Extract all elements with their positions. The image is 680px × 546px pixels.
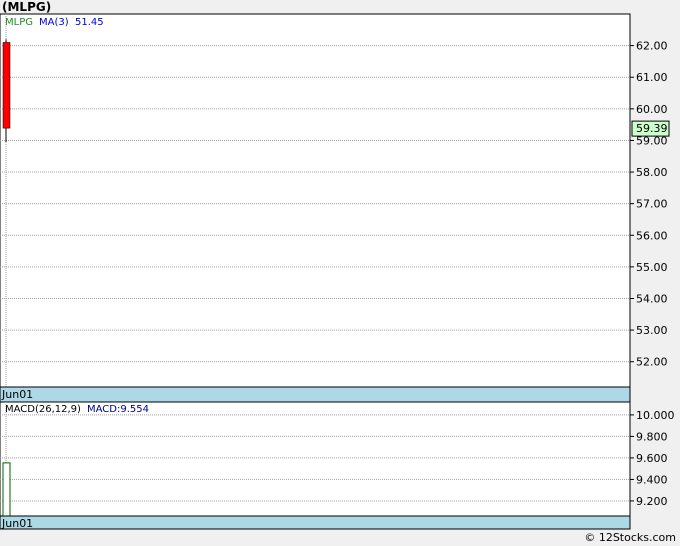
macd-tick-label: 9.600: [636, 452, 668, 465]
price-panel: [0, 13, 631, 388]
price-tick-label: 53.00: [636, 324, 668, 337]
macd-tick-label: 9.200: [636, 495, 668, 508]
legend-ma-label: MA(3): [39, 17, 69, 28]
footer-credit: © 12Stocks.com: [584, 531, 676, 544]
legend-macd-value: MACD:9.554: [87, 404, 149, 415]
price-date-labels: Jun01: [1, 388, 33, 401]
price-tick-label: 52.00: [636, 356, 668, 369]
macd-tick-label: 9.800: [636, 430, 668, 443]
price-tick-label: 56.00: [636, 229, 668, 242]
macd-date-strip: [0, 515, 631, 530]
macd-panel: [0, 401, 631, 517]
macd-bar: [2, 462, 11, 517]
macd-date-label: Jun01: [1, 517, 33, 530]
price-legend: MLPG MA(3) 51.45: [5, 17, 104, 28]
legend-ma-value: 51.45: [75, 17, 104, 28]
macd-tick-label: 10.000: [636, 409, 675, 422]
price-tick-label: 62.00: [636, 40, 668, 53]
macd-legend: MACD(26,12,9) MACD:9.554: [5, 404, 149, 415]
stock-chart: 52.0053.0054.0055.0056.0057.0058.0059.00…: [0, 13, 675, 530]
macd-axis: 9.200 9.400 9.600 9.800 10.000: [630, 409, 675, 508]
price-tick-label: 58.00: [636, 166, 668, 179]
price-tick-label: 54.00: [636, 292, 668, 305]
price-tick-label: 57.00: [636, 198, 668, 211]
price-axis: 52.0053.0054.0055.0056.0057.0058.0059.00…: [630, 40, 668, 369]
price-date-label: Jun01: [1, 388, 33, 401]
legend-macd-name: MACD(26,12,9): [5, 404, 81, 415]
last-price-value: 59.39: [636, 122, 668, 135]
price-tick-label: 60.00: [636, 103, 668, 116]
candles: [2, 39, 11, 143]
last-price-badge: 59.39: [631, 120, 670, 137]
macd-tick-label: 9.400: [636, 473, 668, 486]
macd-date-labels: Jun01: [1, 517, 33, 530]
price-tick-label: 55.00: [636, 261, 668, 274]
legend-ticker: MLPG: [5, 17, 33, 28]
price-date-strip: [0, 386, 631, 403]
macd-bars: [2, 462, 11, 517]
candle-body: [2, 42, 11, 129]
price-tick-label: 61.00: [636, 71, 668, 84]
